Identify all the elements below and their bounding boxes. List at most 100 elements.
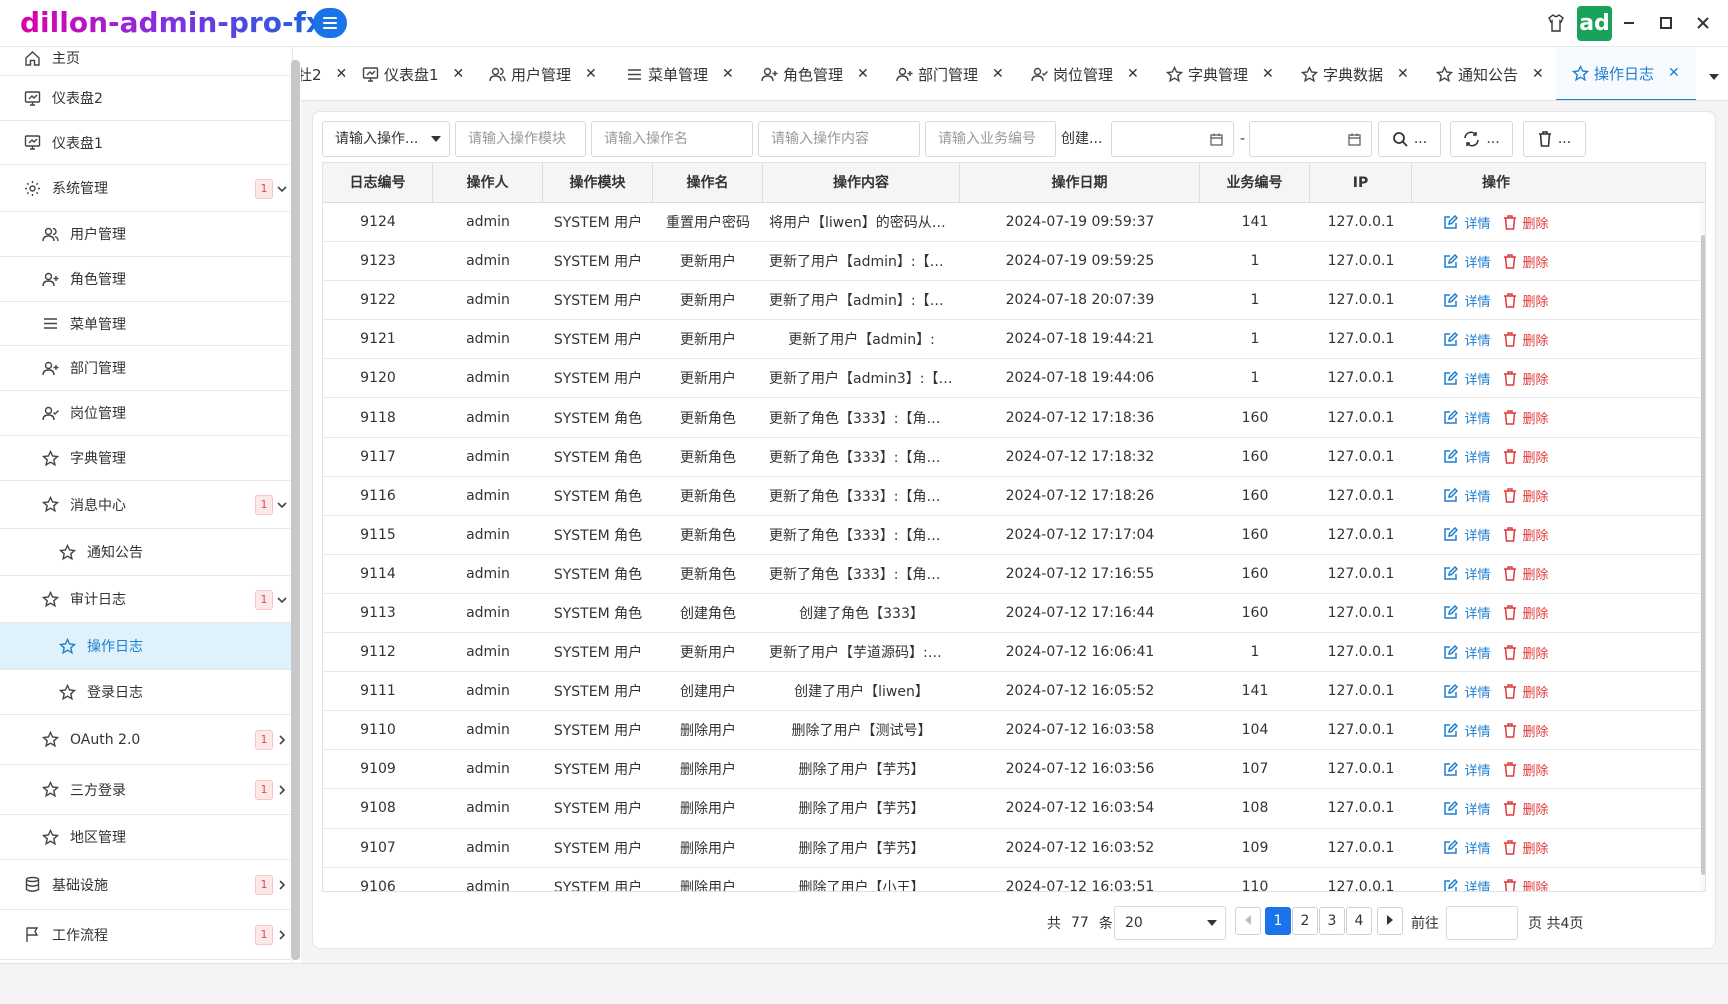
delete-button[interactable]: 删除 xyxy=(1503,486,1549,505)
start-date-field[interactable] xyxy=(1111,121,1234,157)
module-select[interactable]: 请输入操作... xyxy=(322,121,450,157)
delete-button[interactable]: 删除 xyxy=(1503,330,1549,349)
clear-button[interactable]: ... xyxy=(1523,121,1586,157)
tab-more-icon[interactable] xyxy=(1708,71,1720,83)
detail-button[interactable]: 详情 xyxy=(1443,643,1491,662)
tab-menus[interactable]: 菜单管理 ✕ xyxy=(626,47,734,100)
search-button[interactable]: ... xyxy=(1378,121,1441,157)
table-row[interactable]: 9118 admin SYSTEM 角色 更新角色 更新了角色【333】:【角色标...… xyxy=(323,398,1705,438)
next-page-button[interactable] xyxy=(1377,907,1403,935)
tab-close-icon[interactable]: ✕ xyxy=(453,66,465,82)
page-button-4[interactable]: 4 xyxy=(1346,907,1372,935)
theme-shirt-icon[interactable] xyxy=(1543,10,1569,36)
detail-button[interactable]: 详情 xyxy=(1443,369,1491,388)
column-header-op-content[interactable]: 操作内容 xyxy=(763,163,960,203)
column-header-module[interactable]: 操作模块 xyxy=(543,163,653,203)
table-row[interactable]: 9108 admin SYSTEM 用户 删除用户 删除了用户【芋艿】 2024-07-1… xyxy=(323,789,1705,829)
detail-button[interactable]: 详情 xyxy=(1443,682,1491,701)
detail-button[interactable]: 详情 xyxy=(1443,525,1491,544)
delete-button[interactable]: 删除 xyxy=(1503,564,1549,583)
delete-button[interactable]: 删除 xyxy=(1503,408,1549,427)
delete-button[interactable]: 删除 xyxy=(1503,760,1549,779)
table-row[interactable]: 9113 admin SYSTEM 角色 创建角色 创建了角色【333】 2024-07-… xyxy=(323,594,1705,634)
detail-button[interactable]: 详情 xyxy=(1443,838,1491,857)
column-header-op-date[interactable]: 操作日期 xyxy=(960,163,1200,203)
tab-close-icon[interactable]: ✕ xyxy=(1127,66,1139,82)
table-row[interactable]: 9123 admin SYSTEM 用户 更新用户 更新了用户【admin】:【用户..… xyxy=(323,242,1705,282)
delete-button[interactable]: 删除 xyxy=(1503,525,1549,544)
table-row[interactable]: 9122 admin SYSTEM 用户 更新用户 更新了用户【admin】:【用户..… xyxy=(323,281,1705,321)
table-row[interactable]: 9114 admin SYSTEM 角色 更新角色 更新了角色【333】:【角色标...… xyxy=(323,555,1705,594)
tab-close-icon[interactable]: ✕ xyxy=(1532,66,1544,82)
tab-dashboard1[interactable]: 仪表盘1 ✕ xyxy=(362,47,465,100)
tab-close-icon[interactable]: ✕ xyxy=(336,66,348,82)
sidebar-item-social-login[interactable]: 三方登录 1 xyxy=(0,765,291,815)
detail-button[interactable]: 详情 xyxy=(1443,799,1491,818)
table-row[interactable]: 9124 admin SYSTEM 用户 重置用户密码 将用户【liwen】的密码从【$… xyxy=(323,203,1705,243)
sidebar-item-dashboard2[interactable]: 仪表盘2 xyxy=(0,76,291,121)
table-row[interactable]: 9116 admin SYSTEM 角色 更新角色 更新了角色【333】:【角色标...… xyxy=(323,477,1705,516)
tab-close-icon[interactable]: ✕ xyxy=(1668,65,1680,81)
sidebar-item-infra[interactable]: 基础设施 1 xyxy=(0,860,291,910)
table-row[interactable]: 9121 admin SYSTEM 用户 更新用户 更新了用户【admin】: 2024-… xyxy=(323,320,1705,360)
delete-button[interactable]: 删除 xyxy=(1503,447,1549,466)
sidebar-item-users[interactable]: 用户管理 xyxy=(0,212,291,257)
table-row[interactable]: 9109 admin SYSTEM 用户 删除用户 删除了用户【芋艿】 2024-07-1… xyxy=(323,750,1705,790)
delete-button[interactable]: 删除 xyxy=(1503,252,1549,271)
column-header-biz-id[interactable]: 业务编号 xyxy=(1200,163,1310,203)
maximize-icon[interactable] xyxy=(1653,10,1679,36)
sidebar-item-oauth[interactable]: OAuth 2.0 1 xyxy=(0,715,291,765)
table-row[interactable]: 9110 admin SYSTEM 用户 删除用户 删除了用户【测试号】 2024-07-… xyxy=(323,711,1705,751)
goto-page-input[interactable] xyxy=(1446,906,1518,940)
delete-button[interactable]: 删除 xyxy=(1503,682,1549,701)
sidebar-item-area[interactable]: 地区管理 xyxy=(0,815,291,860)
tab-posts[interactable]: 岗位管理 ✕ xyxy=(1031,47,1139,100)
detail-button[interactable]: 详情 xyxy=(1443,486,1491,505)
sidebar-item-operate-log[interactable]: 操作日志 xyxy=(0,623,291,670)
tab-close-icon[interactable]: ✕ xyxy=(722,66,734,82)
sidebar-item-audit[interactable]: 审计日志 1 xyxy=(0,576,291,623)
tab-dict-data[interactable]: 字典数据 ✕ xyxy=(1301,47,1409,100)
module-input[interactable]: 请输入操作模块 xyxy=(455,121,586,157)
delete-button[interactable]: 删除 xyxy=(1503,838,1549,857)
tab-notices[interactable]: 通知公告 ✕ xyxy=(1436,47,1544,100)
detail-button[interactable]: 详情 xyxy=(1443,721,1491,740)
table-row[interactable]: 9111 admin SYSTEM 用户 创建用户 创建了用户【liwen】 2024-0… xyxy=(323,672,1705,712)
detail-button[interactable]: 详情 xyxy=(1443,564,1491,583)
content-input[interactable]: 请输入操作内容 xyxy=(758,121,920,157)
tab-roles[interactable]: 角色管理 ✕ xyxy=(761,47,869,100)
tab-close-icon[interactable]: ✕ xyxy=(857,66,869,82)
table-scrollbar[interactable] xyxy=(1700,203,1705,891)
end-date-field[interactable] xyxy=(1249,121,1372,157)
sidebar-item-messages[interactable]: 消息中心 1 xyxy=(0,481,291,529)
tab-dicts[interactable]: 字典管理 ✕ xyxy=(1166,47,1274,100)
detail-button[interactable]: 详情 xyxy=(1443,213,1491,232)
reset-button[interactable]: ... xyxy=(1450,121,1513,157)
tab-users[interactable]: 用户管理 ✕ xyxy=(489,47,597,100)
detail-button[interactable]: 详情 xyxy=(1443,252,1491,271)
avatar[interactable]: ad xyxy=(1577,6,1612,41)
close-icon[interactable] xyxy=(1690,10,1716,36)
tab-close-icon[interactable]: ✕ xyxy=(1397,66,1409,82)
minimize-icon[interactable] xyxy=(1616,10,1642,36)
table-row[interactable]: 9117 admin SYSTEM 角色 更新角色 更新了角色【333】:【角色标...… xyxy=(323,438,1705,477)
tab-close-icon[interactable]: ✕ xyxy=(585,66,597,82)
page-button-3[interactable]: 3 xyxy=(1319,907,1345,935)
sidebar-item-system[interactable]: 系统管理 1 xyxy=(0,165,291,212)
prev-page-button[interactable] xyxy=(1235,907,1261,935)
detail-button[interactable]: 详情 xyxy=(1443,877,1491,891)
table-scrollbar-thumb[interactable] xyxy=(1701,235,1705,875)
tab-close-icon[interactable]: ✕ xyxy=(1262,66,1274,82)
sidebar-item-workflow[interactable]: 工作流程 1 xyxy=(0,910,291,960)
table-row[interactable]: 9112 admin SYSTEM 用户 更新用户 更新了用户【芋道源码】:【... 20… xyxy=(323,633,1705,673)
sidebar-item-notices[interactable]: 通知公告 xyxy=(0,529,291,576)
sidebar-item-dicts[interactable]: 字典管理 xyxy=(0,436,291,481)
tab-dashboard2[interactable]: 牡2 ✕ xyxy=(301,47,348,100)
sidebar-scrollbar[interactable] xyxy=(291,60,300,960)
column-header-operator[interactable]: 操作人 xyxy=(433,163,543,203)
delete-button[interactable]: 删除 xyxy=(1503,603,1549,622)
detail-button[interactable]: 详情 xyxy=(1443,447,1491,466)
table-row[interactable]: 9106 admin SYSTEM 用户 删除用户 删除了用户【小王】 2024-07-1… xyxy=(323,868,1705,891)
table-row[interactable]: 9107 admin SYSTEM 用户 删除用户 删除了用户【芋艿】 2024-07-1… xyxy=(323,829,1705,868)
biz-input[interactable]: 请输入业务编号 xyxy=(925,121,1056,157)
